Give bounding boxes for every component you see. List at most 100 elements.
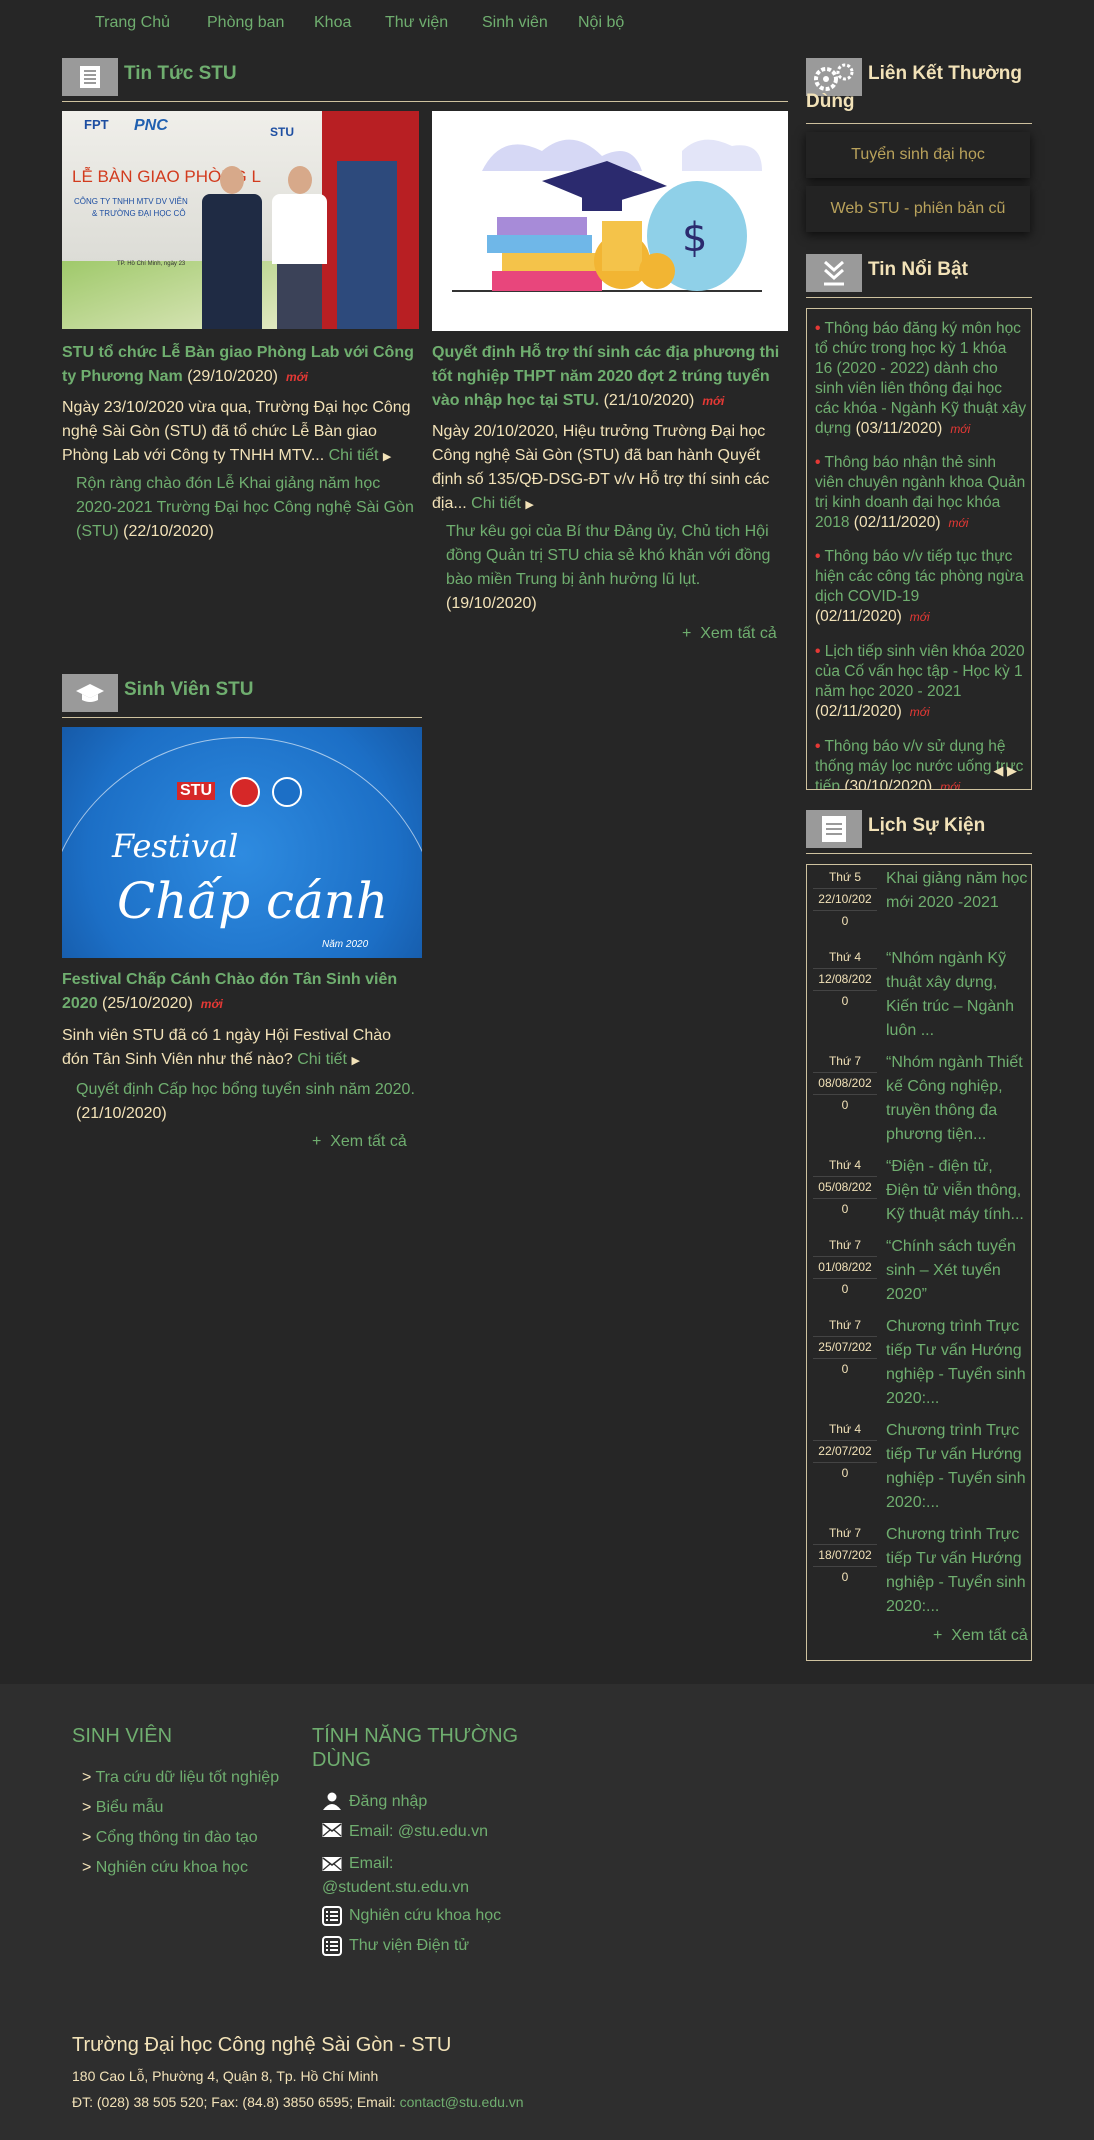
news-desc-2: Ngày 20/10/2020, Hiệu trưởng Trường Đại … — [432, 423, 770, 512]
user-icon — [322, 1792, 342, 1810]
person-figure — [272, 166, 327, 329]
students-see-all-link[interactable]: + Xem tất cả — [312, 1133, 407, 1151]
calendar-icon — [806, 810, 862, 848]
nav-library[interactable]: Thư viện — [385, 14, 448, 32]
event-date: Thứ 4 05/08/202 0 — [813, 1155, 877, 1220]
arrow-left-icon[interactable]: ◀ — [993, 763, 1003, 778]
event-title[interactable]: “Chính sách tuyển sinh – Xét tuyển 2020” — [886, 1235, 1030, 1307]
hot-news-item[interactable]: • Lịch tiếp sinh viên khóa 2020 của Cố v… — [815, 642, 1027, 722]
event-date: Thứ 7 18/07/202 0 — [813, 1523, 877, 1588]
list-icon — [322, 1936, 342, 1956]
news-title-2[interactable]: Quyết định Hỗ trợ thí sinh các địa phươn… — [432, 341, 788, 413]
events-box: Thứ 5 22/10/202 0 Khai giảng năm học mới 2… — [806, 864, 1032, 1661]
footer-link[interactable]: > Tra cứu dữ liệu tốt nghiệp — [82, 1766, 279, 1790]
email-student-link-domain[interactable]: @student.stu.edu.vn — [322, 1876, 469, 1900]
footer-address: 180 Cao Lỗ, Phường 4, Quận 8, Tp. Hồ Chí… — [72, 2068, 379, 2084]
events-header: Lịch Sự Kiện — [806, 810, 1032, 854]
event-date: Thứ 7 08/08/202 0 — [813, 1051, 877, 1116]
hot-news-title: Tin Nổi Bật — [868, 259, 968, 280]
plus-icon: + — [312, 1133, 322, 1150]
footer-link[interactable]: > Cổng thông tin đào tạo — [82, 1826, 258, 1850]
nav-faculties[interactable]: Khoa — [314, 14, 351, 32]
nav-home[interactable]: Trang Chủ — [95, 14, 170, 32]
arrow-right-icon: ▶ — [525, 499, 534, 511]
event-title[interactable]: “Nhóm ngành Kỹ thuật xây dựng, Kiến trúc… — [886, 947, 1030, 1043]
mail-icon — [322, 1856, 342, 1874]
students-section-header: Sinh Viên STU — [62, 674, 422, 718]
events-see-all-link[interactable]: + Xem tất cả — [933, 1627, 1028, 1645]
event-title[interactable]: Chương trình Trực tiếp Tư vấn Hướng nghi… — [886, 1523, 1030, 1619]
event-title[interactable]: “Điện - điện tử, Điện tử viễn thông, Kỹ … — [886, 1155, 1030, 1227]
news-title-1[interactable]: STU tổ chức Lễ Bàn giao Phòng Lab với Cô… — [62, 341, 419, 389]
hot-news-header: Tin Nổi Bật — [806, 254, 1032, 298]
document-icon — [62, 58, 118, 96]
mail-icon — [322, 1822, 342, 1840]
carousel-arrows[interactable]: ◀ ▶ — [993, 763, 1017, 779]
new-badge: mới — [285, 370, 308, 384]
news-image-handover[interactable]: FPT PNC STU LỄ BÀN GIAO PHÒNG L CÔNG TY … — [62, 111, 419, 329]
event-title[interactable]: Khai giảng năm học mới 2020 -2021 — [886, 867, 1030, 915]
arrow-right-icon: ▶ — [351, 1055, 360, 1067]
links-section-title: Liên Kết Thường — [868, 63, 1022, 84]
footer-link[interactable]: > Biểu mẫu — [82, 1796, 163, 1820]
festival-image[interactable]: STU Festival Chấp cánh Năm 2020 — [62, 727, 422, 958]
news-section-header: Tin Tức STU — [62, 58, 788, 102]
news-desc-1: Ngày 23/10/2020 vừa qua, Trường Đại học … — [62, 399, 411, 464]
event-date: Thứ 4 12/08/202 0 — [813, 947, 877, 1012]
arrow-right-icon: ▶ — [382, 451, 392, 463]
new-badge: mới — [702, 394, 725, 408]
hot-news-item[interactable]: • Thông báo v/v tiếp tục thực hiện các c… — [815, 547, 1027, 627]
youth-union-logo — [230, 777, 260, 807]
event-date: Thứ 7 25/07/202 0 — [813, 1315, 877, 1380]
event-title[interactable]: Chương trình Trực tiếp Tư vấn Hướng nghi… — [886, 1315, 1030, 1411]
news-see-all-link[interactable]: + Xem tất cả — [682, 625, 777, 643]
events-title: Lịch Sự Kiện — [868, 815, 986, 836]
nav-departments[interactable]: Phòng ban — [207, 14, 284, 32]
list-icon — [322, 1906, 342, 1926]
login-link[interactable]: Đăng nhập — [349, 1790, 427, 1814]
nav-internal[interactable]: Nội bộ — [578, 14, 624, 32]
graduation-cap-icon — [62, 674, 118, 712]
news-sub-2[interactable]: Thư kêu gọi của Bí thư Đảng ủy, Chủ tịch… — [446, 520, 786, 616]
hot-news-item[interactable]: • Thông báo đăng ký môn học tổ chức tron… — [815, 319, 1027, 439]
top-nav: Trang Chủ Phòng ban Khoa Thư viện Sinh v… — [0, 0, 1094, 50]
old-website-link-button[interactable]: Web STU - phiên bản cũ — [806, 186, 1030, 232]
read-more-link[interactable]: Chi tiết — [329, 447, 379, 464]
arrow-right-icon[interactable]: ▶ — [1007, 763, 1017, 778]
students-news-title[interactable]: Festival Chấp Cánh Chào đón Tân Sinh viê… — [62, 968, 422, 1016]
plus-icon: + — [933, 1627, 943, 1644]
footer-students-heading: SINH VIÊN — [72, 1725, 173, 1747]
news-section-title: Tin Tức STU — [124, 63, 237, 84]
footer-contact: ĐT: (028) 38 505 520; Fax: (84.8) 3850 6… — [72, 2094, 524, 2110]
event-date: Thứ 4 22/07/202 0 — [813, 1419, 877, 1484]
footer-school-name: Trường Đại học Công nghệ Sài Gòn - STU — [72, 2034, 452, 2056]
email-staff-link[interactable]: Email: @stu.edu.vn — [349, 1820, 488, 1844]
person-figure — [202, 166, 262, 329]
hot-news-item[interactable]: • Thông báo nhận thẻ sinh viên chuyên ng… — [815, 453, 1027, 533]
footer-link[interactable]: > Nghiên cứu khoa học — [82, 1856, 248, 1880]
student-union-logo — [272, 777, 302, 807]
links-section-header: Liên Kết Thường Dùng — [806, 58, 1032, 124]
read-more-link[interactable]: Chi tiết — [297, 1051, 347, 1068]
footer-features-heading: TÍNH NĂNG THƯỜNG DÙNG — [312, 1725, 519, 1771]
double-chevron-down-icon — [806, 254, 862, 292]
nav-students[interactable]: Sinh viên — [482, 14, 548, 32]
read-more-link[interactable]: Chi tiết — [471, 495, 521, 512]
news-sub-1[interactable]: Rộn ràng chào đón Lễ Khai giảng năm học … — [76, 472, 416, 544]
hot-news-box: • Thông báo đăng ký môn học tổ chức tron… — [806, 308, 1032, 790]
news-image-graduation[interactable]: $ — [432, 111, 788, 331]
admission-link-button[interactable]: Tuyển sinh đại học — [806, 132, 1030, 178]
students-section-title: Sinh Viên STU — [124, 679, 254, 700]
research-link[interactable]: Nghiên cứu khoa học — [349, 1904, 501, 1928]
event-date: Thứ 7 01/08/202 0 — [813, 1235, 877, 1300]
students-news-desc: Sinh viên STU đã có 1 ngày Hội Festival … — [62, 1027, 392, 1068]
plus-icon: + — [682, 625, 692, 642]
new-badge: mới — [200, 997, 223, 1011]
email-student-link[interactable]: Email: — [349, 1852, 393, 1876]
event-title[interactable]: “Nhóm ngành Thiết kế Công nghiệp, truyền… — [886, 1051, 1030, 1147]
students-sub-news[interactable]: Quyết định Cấp học bổng tuyển sinh năm 2… — [76, 1078, 426, 1126]
svg-text:$: $ — [682, 215, 707, 261]
contact-email-link[interactable]: contact@stu.edu.vn — [400, 2094, 524, 2110]
e-library-link[interactable]: Thư viện Điện tử — [349, 1934, 469, 1958]
event-title[interactable]: Chương trình Trực tiếp Tư vấn Hướng nghi… — [886, 1419, 1030, 1515]
